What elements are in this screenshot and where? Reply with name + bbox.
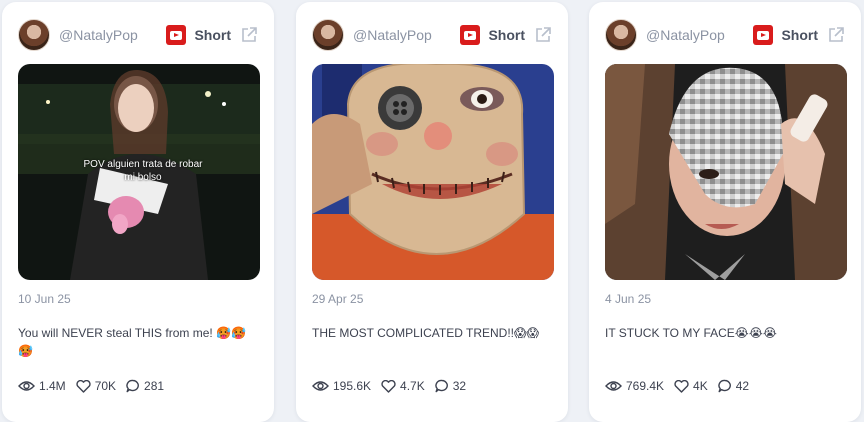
- eye-icon: [312, 381, 329, 391]
- heart-icon: [674, 379, 689, 393]
- post-caption: THE MOST COMPLICATED TREND!!😱😱: [312, 326, 540, 340]
- eye-icon: [18, 381, 35, 391]
- comment-icon: [435, 379, 448, 393]
- external-link-icon[interactable]: [240, 26, 258, 44]
- views-stat: 769.4K: [605, 379, 664, 393]
- video-thumbnail[interactable]: [605, 64, 847, 280]
- views-stat: 195.6K: [312, 379, 371, 393]
- views-stat: 1.4M: [18, 379, 66, 393]
- card-header: @NatalyPop Short: [18, 18, 258, 52]
- content-type-label: Short: [781, 27, 818, 43]
- post-caption: You will NEVER steal THIS from me! 🥵🥵🥵: [18, 326, 246, 358]
- video-thumbnail[interactable]: [312, 64, 554, 280]
- youtube-icon: [753, 25, 774, 45]
- post-date: 4 Jun 25: [605, 292, 652, 306]
- post-date: 29 Apr 25: [312, 292, 364, 306]
- external-link-icon[interactable]: [534, 26, 552, 44]
- external-link-icon[interactable]: [827, 26, 845, 44]
- views-count: 1.4M: [39, 379, 66, 393]
- comments-stat: 281: [126, 379, 164, 393]
- views-count: 769.4K: [626, 379, 665, 393]
- post-caption: IT STUCK TO MY FACE😭😭😭: [605, 326, 777, 340]
- views-count: 195.6K: [333, 379, 372, 393]
- post-card-2[interactable]: @NatalyPop Short 29 Apr 25 THE MOST COMP…: [296, 2, 568, 422]
- likes-stat: 4K: [674, 379, 708, 393]
- comments-stat: 32: [435, 379, 466, 393]
- thumbnail-overlay-text: POV alguien trata de robar mi bolso: [83, 159, 203, 183]
- avatar[interactable]: [605, 19, 637, 51]
- channel-handle[interactable]: @NatalyPop: [59, 27, 138, 43]
- channel-handle[interactable]: @NatalyPop: [646, 27, 725, 43]
- heart-icon: [76, 379, 91, 393]
- content-type-label: Short: [194, 27, 231, 43]
- post-card-1[interactable]: @NatalyPop Short POV alguien trata de ro…: [2, 2, 274, 422]
- comments-count: 32: [452, 379, 467, 393]
- card-header: @NatalyPop Short: [605, 18, 845, 52]
- heart-icon: [381, 379, 396, 393]
- eye-icon: [605, 381, 622, 391]
- likes-count: 4K: [693, 379, 708, 393]
- comment-icon: [718, 379, 731, 393]
- post-stats: 769.4K 4K 42: [605, 379, 759, 393]
- comments-stat: 42: [718, 379, 749, 393]
- comment-icon: [126, 379, 139, 393]
- likes-stat: 70K: [76, 379, 116, 393]
- comments-count: 281: [144, 379, 165, 393]
- content-type-label: Short: [488, 27, 525, 43]
- channel-handle[interactable]: @NatalyPop: [353, 27, 432, 43]
- youtube-icon: [166, 25, 187, 45]
- post-date: 10 Jun 25: [18, 292, 71, 306]
- card-header: @NatalyPop Short: [312, 18, 552, 52]
- video-thumbnail[interactable]: POV alguien trata de robar mi bolso: [18, 64, 260, 280]
- avatar[interactable]: [312, 19, 344, 51]
- post-stats: 1.4M 70K 281: [18, 379, 174, 393]
- post-stats: 195.6K 4.7K 32: [312, 379, 476, 393]
- comments-count: 42: [735, 379, 750, 393]
- likes-count: 4.7K: [400, 379, 425, 393]
- avatar[interactable]: [18, 19, 50, 51]
- youtube-icon: [460, 25, 481, 45]
- likes-count: 70K: [94, 379, 117, 393]
- post-card-3[interactable]: @NatalyPop Short 4 Jun 25 IT STUCK TO MY…: [589, 2, 861, 422]
- likes-stat: 4.7K: [381, 379, 425, 393]
